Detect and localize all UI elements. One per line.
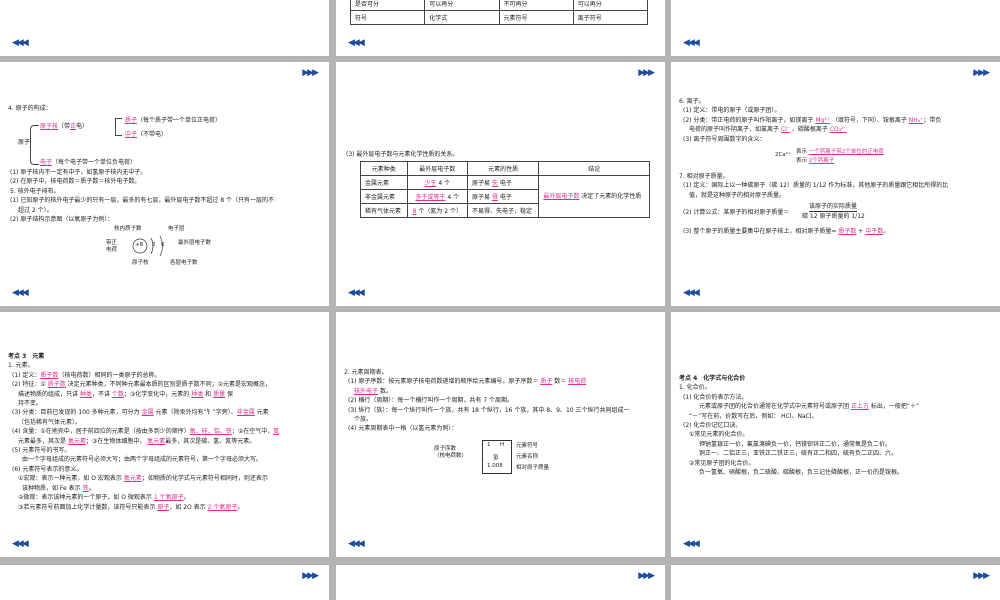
slide-4-3: ▶▶▶ [671, 565, 1000, 600]
next-page-icon[interactable]: ▶▶▶ [302, 68, 319, 78]
table-row: 金属元素 少于 4 个 原子易 失 电子 最外层电子数 决定了元素的化学性质 [360, 175, 650, 218]
next-page-icon[interactable]: ▶▶▶ [973, 68, 990, 78]
slide-outer-electrons: ▶▶▶ (3) 最外层电子数与元素化学性质的关系。 元素种类 最外层电子数 元素… [336, 62, 665, 306]
table-row: 元素种类 最外层电子数 元素的性质 结论 [360, 161, 650, 176]
prev-page-icon[interactable]: ◀◀◀ [12, 38, 29, 48]
slide-4-1: ▶▶▶ [0, 565, 329, 600]
ion-meaning-diagram: 2Ca²⁺ 表示 一个钙离子带2个单位的正电荷 表示 2个钙离子 [775, 149, 884, 164]
prev-page-icon[interactable]: ◀◀◀ [348, 288, 365, 298]
element-cell-diagram: 原子序数 （核电荷数） 1 H 氢 1.008 元素符号 元素名称 相对原子质量 [434, 440, 594, 476]
next-page-icon[interactable]: ▶▶▶ [973, 571, 990, 581]
heading: 4. 原子的构成： [8, 105, 52, 112]
prev-page-icon[interactable]: ◀◀◀ [348, 539, 365, 549]
slide-ions: ▶▶▶ 6. 离子。 (1) 定义：带电的原子（或原子团）。 (2) 分类：带正… [671, 62, 1000, 306]
table-row: 是否可分 可以再分 不可再分 可以再分 [349, 0, 649, 11]
slide-1-1: ◀◀◀ [0, 0, 329, 56]
slide-1-2: 是否可分 可以再分 不可再分 可以再分 符号 化学式 元素符号 离子符号 ◀◀◀ [336, 0, 665, 56]
next-page-icon[interactable]: ▶▶▶ [302, 571, 319, 581]
summary-table: 是否可分 可以再分 不可再分 可以再分 符号 化学式 元素符号 离子符号 [349, 0, 649, 25]
outer-electron-table: 元素种类 最外层电子数 元素的性质 结论 金属元素 少于 4 个 原子易 失 电… [360, 161, 650, 218]
element-cell: 1 H 氢 1.008 [482, 440, 512, 474]
slide-1-3: ◀◀◀ [671, 0, 1000, 56]
next-page-icon[interactable]: ▶▶▶ [638, 571, 655, 581]
section-title: 考点 3 元素 [8, 353, 45, 360]
heading: (3) 最外层电子数与元素化学性质的关系。 [346, 151, 459, 158]
slide-valence: 考点 4 化学式与化合价 1. 化合价。 (1) 化合价的表示方法。 元素或原子… [671, 312, 1000, 557]
table-row: 符号 化学式 元素符号 离子符号 [349, 10, 649, 25]
prev-page-icon[interactable]: ◀◀◀ [348, 38, 365, 48]
prev-page-icon[interactable]: ◀◀◀ [683, 38, 700, 48]
section-title: 考点 4 化学式与化合价 [679, 375, 746, 382]
next-page-icon[interactable]: ▶▶▶ [638, 68, 655, 78]
prev-page-icon[interactable]: ◀◀◀ [12, 288, 29, 298]
oxygen-atom-diagram: 核内质子数 电子层 带正 电荷 +8 2 6 最外层电子数 原子核 各层电子数 [106, 226, 212, 266]
prev-page-icon[interactable]: ◀◀◀ [12, 539, 29, 549]
atom-diagram-icon [132, 235, 163, 257]
prev-page-icon[interactable]: ◀◀◀ [683, 288, 700, 298]
slide-4-2: ▶▶▶ [336, 565, 665, 600]
slide-elements: 考点 3 元素 1. 元素。 (1) 定义：质子数（核电荷数）相同的一类原子的总… [0, 312, 329, 557]
slide-periodic-table: 2. 元素周期表。 (1) 原子序数：按元素原子核电荷数递增的顺序给元素编号。原… [336, 312, 665, 557]
prev-page-icon[interactable]: ◀◀◀ [683, 539, 700, 549]
slide-atom-structure: ▶▶▶ 4. 原子的构成： 原子 原子核（带正电） 质子（每个质子带一个单位正电… [0, 62, 329, 306]
relative-mass-formula: (2) 计算公式：某原子的相对原子质量＝ 该原子的实际质量 碳 12 原子质量的… [683, 203, 865, 220]
